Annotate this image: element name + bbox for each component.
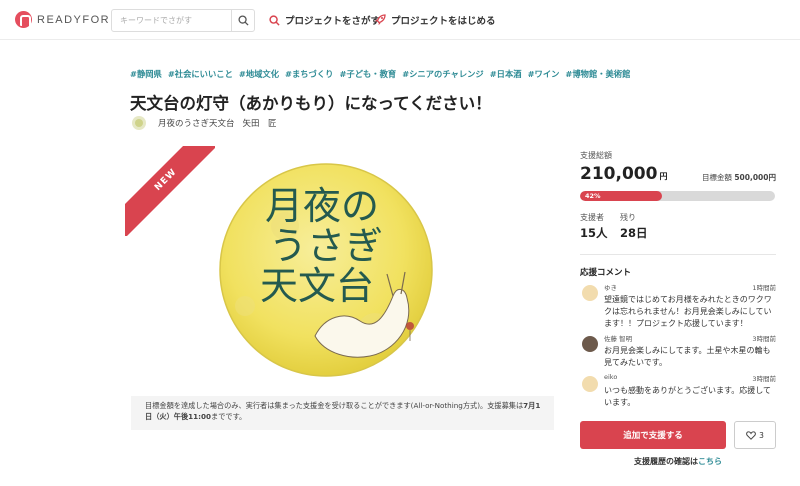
- nav-find-projects-label: プロジェクトをさがす: [285, 16, 381, 27]
- comment-author: 佐藤 智明: [604, 335, 633, 343]
- history-text: 支援履歴の確認は: [634, 457, 698, 466]
- tag-link[interactable]: #日本酒: [490, 68, 522, 80]
- comment-avatar: [582, 285, 598, 301]
- tag-link[interactable]: #まちづくり: [285, 68, 333, 80]
- owner-name: 矢田 匠: [242, 119, 277, 129]
- search-input[interactable]: [112, 10, 232, 31]
- remaining-stat: 残り 28日: [620, 212, 648, 241]
- owner-org: 月夜のうさぎ天文台: [158, 119, 235, 129]
- hero-text-line: 月夜の: [265, 184, 380, 228]
- hero-text-line: うさぎ: [269, 224, 384, 268]
- comment-text: いつも感動をありがとうございます。応援しています。: [604, 386, 771, 407]
- nav-start-project-label: プロジェクトをはじめる: [391, 16, 496, 27]
- comments-title: 応援コメント: [580, 268, 632, 278]
- tag-link[interactable]: #地域文化: [239, 68, 279, 80]
- tag-link[interactable]: #ワイン: [528, 68, 560, 80]
- tag-link[interactable]: #社会にいいこと: [168, 68, 233, 80]
- supporters-label: 支援者: [580, 213, 604, 222]
- progress-bar: 42%: [580, 191, 775, 201]
- support-history: 支援履歴の確認はこちら: [580, 456, 776, 467]
- total-value: 210,000: [580, 164, 658, 184]
- comment-avatar: [582, 336, 598, 352]
- comment-avatar: [582, 376, 598, 392]
- project-main-image: 月夜の うさぎ 天文台 NEW: [125, 146, 555, 386]
- heart-icon: [746, 430, 756, 440]
- favorite-count: 3: [759, 430, 764, 440]
- hero-text: 月夜の うさぎ 天文台: [260, 184, 384, 306]
- hero-text-line: 天文台: [260, 264, 375, 308]
- tag-link[interactable]: #静岡県: [130, 68, 162, 80]
- goal-value: 500,000円: [734, 173, 776, 182]
- all-or-nothing-notice: 目標金額を達成した場合のみ、実行者は集まった支援金を受け取ることができます(Al…: [131, 396, 554, 430]
- logo-text: READYFOR: [37, 13, 111, 26]
- comment-text: お月見会楽しみにしてます。土星や木星の輪も見てみたいです。: [604, 346, 771, 367]
- nav-start-project[interactable]: プロジェクトをはじめる: [374, 13, 496, 27]
- supporters-stat: 支援者 15人: [580, 212, 608, 241]
- divider: [580, 254, 776, 255]
- project-title: 天文台の灯守（あかりもり）になってください！: [130, 94, 492, 113]
- search-icon: [269, 14, 280, 26]
- goal-amount: 目標金額 500,000円: [702, 172, 776, 183]
- tag-list: #静岡県 #社会にいいこと #地域文化 #まちづくり #子ども・教育 #シニアの…: [130, 68, 630, 80]
- logo-icon: [15, 11, 32, 28]
- nav-find-projects[interactable]: プロジェクトをさがす: [269, 13, 380, 27]
- total-amount: 210,000 円: [580, 164, 667, 184]
- search-button[interactable]: [231, 10, 254, 31]
- remaining-label: 残り: [620, 213, 636, 222]
- currency-label: 円: [659, 172, 668, 181]
- comment-time: 1時間前: [752, 284, 776, 292]
- new-badge-label: NEW: [125, 146, 215, 236]
- remaining-value: 28日: [620, 226, 648, 240]
- project-owner[interactable]: 月夜のうさぎ天文台 矢田 匠: [132, 116, 277, 130]
- history-link[interactable]: こちら: [698, 457, 722, 466]
- tag-link[interactable]: #シニアのチャレンジ: [402, 68, 484, 80]
- notice-suffix: までです。: [211, 412, 247, 421]
- total-label: 支援総額: [580, 151, 612, 160]
- notice-text: 目標金額を達成した場合のみ、実行者は集まった支援金を受け取ることができます(Al…: [145, 401, 524, 410]
- owner-avatar: [132, 116, 146, 130]
- search-box: [111, 9, 255, 32]
- search-icon: [238, 15, 249, 26]
- goal-label: 目標金額: [701, 173, 732, 182]
- favorite-button[interactable]: 3: [734, 421, 776, 449]
- progress-fill: 42%: [580, 191, 662, 201]
- comment-author: eiko: [604, 373, 618, 381]
- additional-support-button[interactable]: 追加で支援する: [580, 421, 726, 449]
- supporters-value: 15人: [580, 226, 608, 240]
- comment-time: 3時間前: [752, 335, 776, 343]
- comment-time: 3時間前: [752, 375, 776, 383]
- tag-link[interactable]: #博物館・美術館: [565, 68, 630, 80]
- top-header: READYFOR プロジェクトをさがす プロジェクトをはじめる: [0, 0, 800, 40]
- tag-link[interactable]: #子ども・教育: [339, 68, 396, 80]
- readyfor-logo[interactable]: READYFOR: [15, 11, 110, 28]
- new-badge: NEW: [125, 146, 215, 236]
- rocket-icon: [374, 14, 386, 26]
- comment-text: 望遠鏡ではじめてお月様をみれたときのワクワクは忘れられません！お月見会楽しみにし…: [604, 295, 772, 328]
- comment-author: ゆき: [604, 284, 617, 292]
